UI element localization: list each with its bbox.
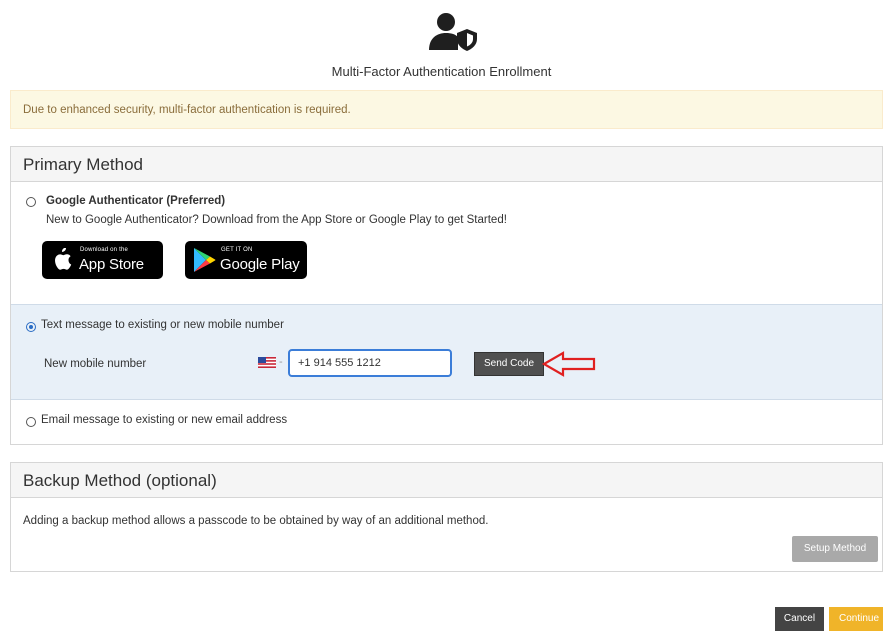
user-shield-icon	[429, 13, 477, 51]
google-play-small-text: GET IT ON	[221, 247, 253, 253]
app-store-badge[interactable]: Download on the App Store	[42, 241, 163, 279]
primary-method-heading: Primary Method	[11, 147, 882, 182]
text-message-label: Text message to existing or new mobile n…	[41, 319, 284, 331]
app-store-small-text: Download on the	[80, 247, 129, 253]
app-store-big-text: App Store	[79, 256, 144, 273]
email-message-option[interactable]: Email message to existing or new email a…	[11, 401, 882, 445]
cancel-button[interactable]: Cancel	[775, 607, 824, 631]
us-flag-icon[interactable]	[258, 357, 276, 368]
country-dropdown-caret[interactable]: -	[279, 356, 283, 368]
google-play-icon	[194, 248, 216, 272]
email-message-radio[interactable]	[26, 417, 36, 427]
google-authenticator-label: Google Authenticator (Preferred)	[46, 195, 226, 207]
google-authenticator-option[interactable]: Google Authenticator (Preferred) New to …	[11, 183, 882, 303]
backup-method-panel: Backup Method (optional) Adding a backup…	[10, 462, 883, 572]
security-alert: Due to enhanced security, multi-factor a…	[10, 90, 883, 129]
continue-button[interactable]: Continue	[829, 607, 883, 631]
apple-icon	[55, 248, 72, 270]
mobile-number-input[interactable]	[288, 349, 452, 377]
google-authenticator-radio[interactable]	[26, 197, 36, 207]
page-header-cut-off	[14, 0, 194, 4]
google-authenticator-description: New to Google Authenticator? Download fr…	[46, 214, 507, 226]
backup-method-heading: Backup Method (optional)	[11, 463, 882, 498]
send-code-button[interactable]: Send Code	[474, 352, 544, 376]
alert-message: Due to enhanced security, multi-factor a…	[23, 104, 351, 116]
primary-method-panel: Primary Method Google Authenticator (Pre…	[10, 146, 883, 445]
text-message-option[interactable]: Text message to existing or new mobile n…	[11, 304, 882, 400]
setup-method-button[interactable]: Setup Method	[792, 536, 878, 562]
page-title: Multi-Factor Authentication Enrollment	[331, 64, 552, 79]
annotation-arrow-icon	[541, 351, 596, 377]
google-play-big-text: Google Play	[220, 256, 300, 273]
email-message-label: Email message to existing or new email a…	[41, 414, 288, 426]
google-play-badge[interactable]: GET IT ON Google Play	[185, 241, 307, 279]
backup-method-description: Adding a backup method allows a passcode…	[23, 515, 489, 527]
mobile-number-label: New mobile number	[44, 358, 147, 370]
text-message-radio[interactable]	[26, 322, 36, 332]
